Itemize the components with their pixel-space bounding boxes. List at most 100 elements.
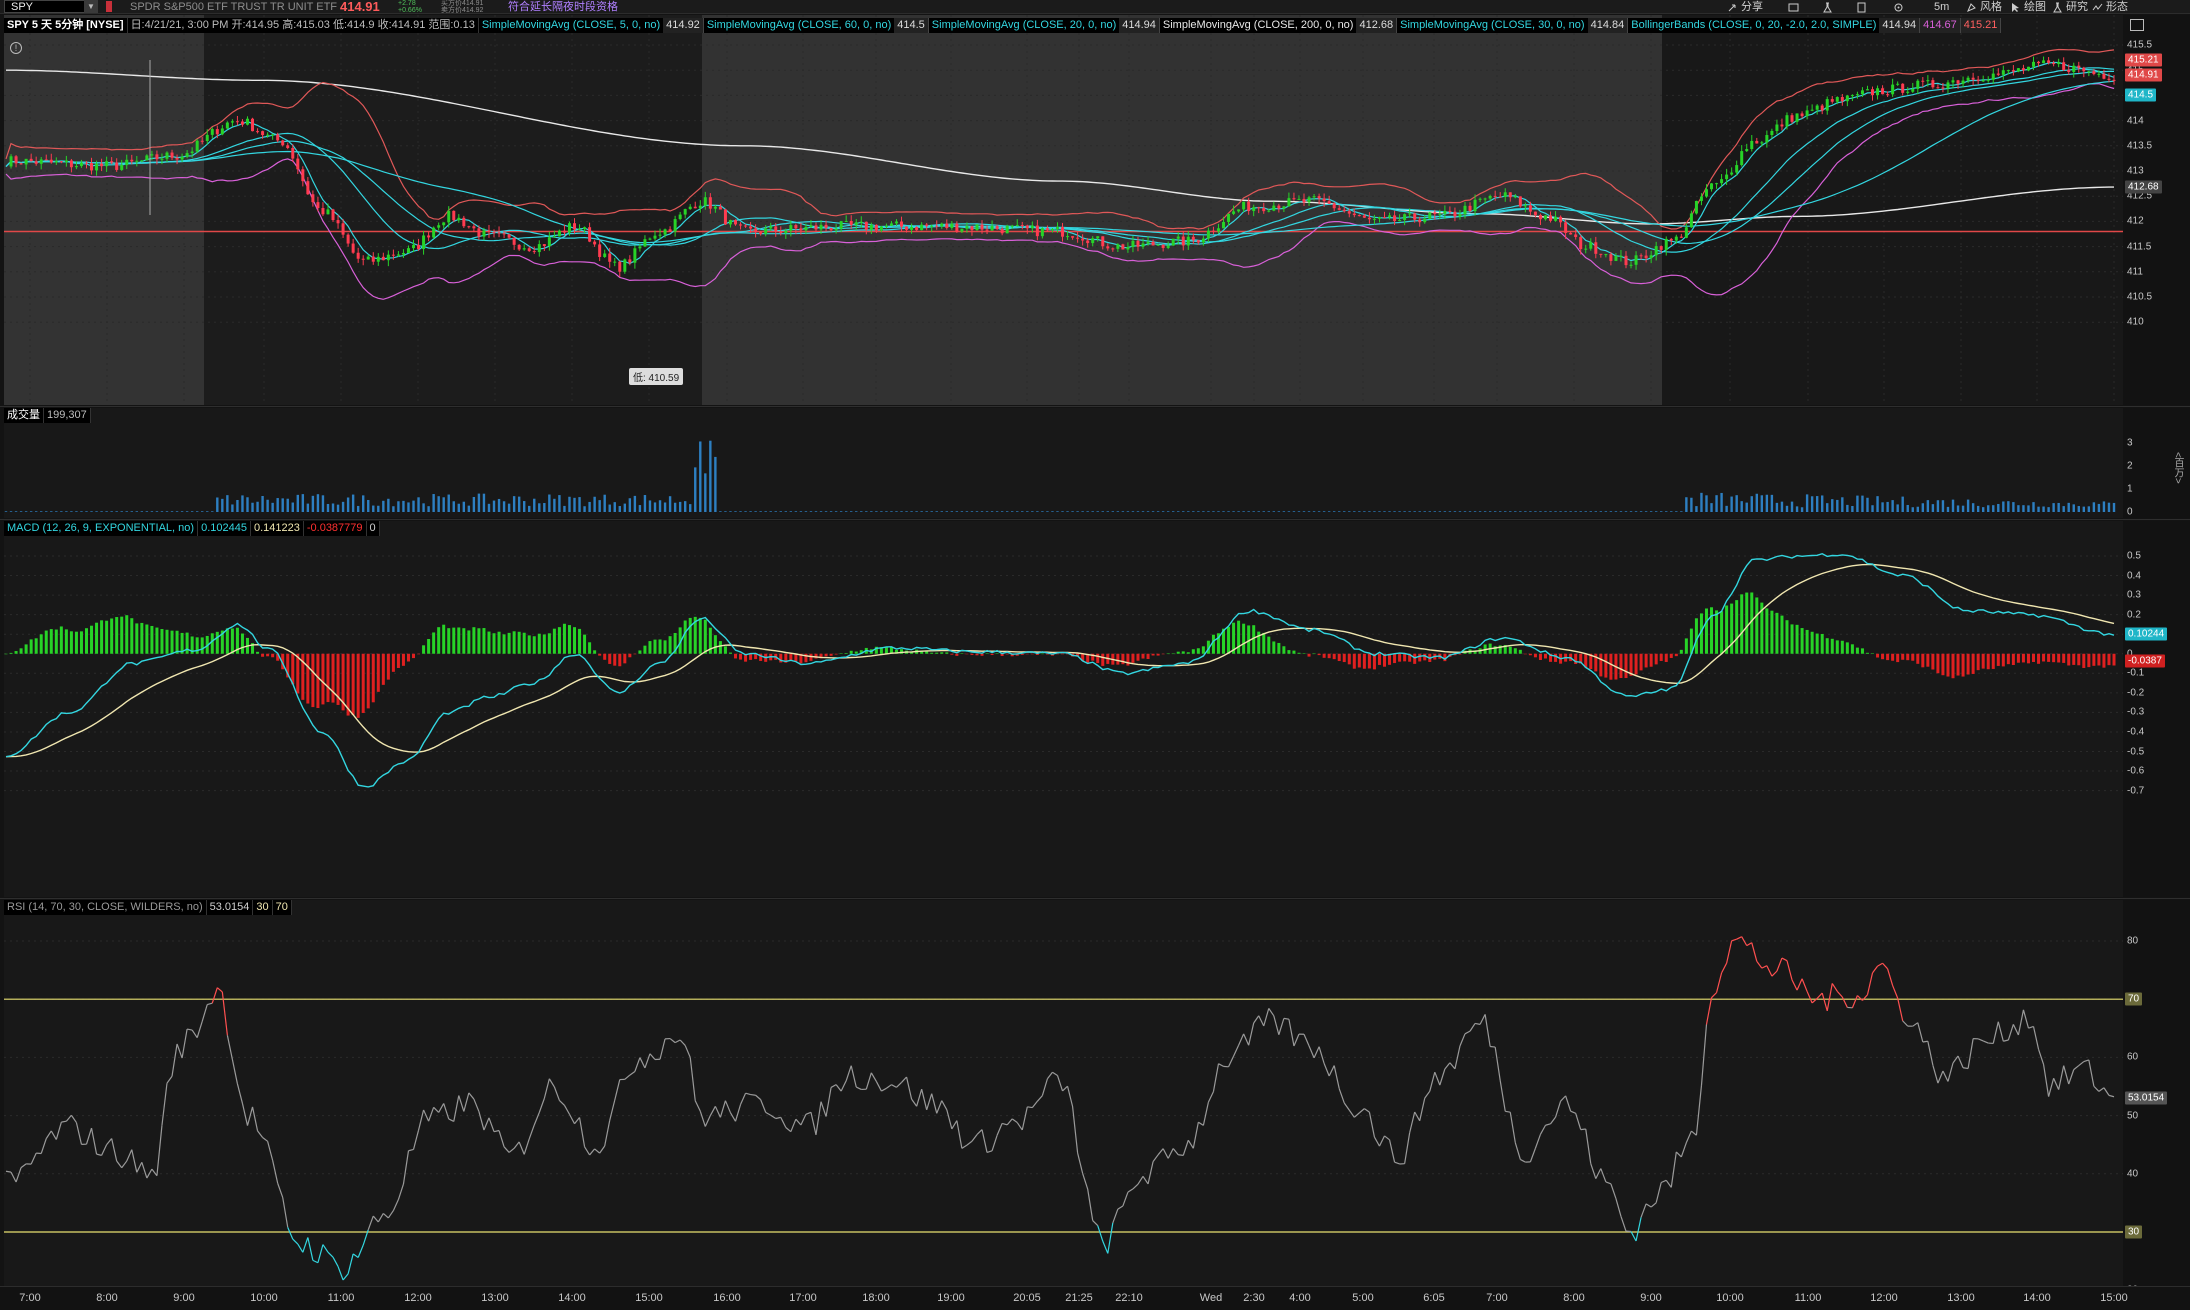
rsi-panel[interactable]: RSI (14, 70, 30, CLOSE, WILDERS, no) 53.… [4, 900, 2123, 1286]
candle-body [356, 252, 360, 259]
toolbar-button-style[interactable]: 风格 [1966, 0, 2002, 14]
candle-body [1045, 228, 1049, 231]
macd-histogram-bar [1845, 642, 1849, 654]
rsi-line-segment [187, 1028, 193, 1031]
toolbar-button-flask[interactable]: 研究 [2052, 0, 2088, 14]
macd-histogram-bar [809, 653, 813, 661]
candle-body [396, 254, 400, 256]
volume-bar [653, 502, 657, 512]
candle-body [799, 228, 803, 231]
volume-bar [135, 511, 139, 512]
macd-histogram-bar [537, 633, 541, 654]
rsi-line-segment [1178, 1154, 1184, 1156]
toolbar-button-pattern[interactable]: 形态 [2092, 0, 2128, 14]
rsi-line-segment [1872, 965, 1879, 974]
toolbar-button-gear[interactable] [1893, 0, 1904, 14]
rsi-line-segment [1605, 1181, 1612, 1185]
study-label[interactable]: SimpleMovingAvg (CLOSE, 20, 0, no) [928, 18, 1120, 33]
volume-bar [1096, 511, 1099, 512]
study-label[interactable]: SimpleMovingAvg (CLOSE, 5, 0, no) [478, 18, 664, 33]
macd_panel-y-tick: -0.7 [2127, 785, 2145, 797]
volume-bar [1297, 511, 1301, 512]
rsi-line-segment [825, 1087, 832, 1117]
study-label[interactable]: SimpleMovingAvg (CLOSE, 60, 0, no) [703, 18, 895, 33]
rsi-line-segment [1243, 1033, 1250, 1046]
rsi-line-segment [1137, 1175, 1144, 1185]
price-chart[interactable] [4, 15, 2123, 405]
info-icon[interactable]: ! [10, 42, 22, 54]
candle-body [613, 261, 617, 263]
time-x-axis[interactable]: 7:00 8:00 9:00 10:00 11:00 12:00 13:00 14:00 15:… [0, 1286, 2190, 1310]
toolbar-button-timeframe[interactable]: 5m [1934, 0, 1949, 14]
rsi-line-segment [1932, 1065, 1939, 1084]
macd-y-axis[interactable]: 0.50.40.30.20.10-0.1-0.2-0.3-0.4-0.5-0.6… [2123, 521, 2190, 897]
toolbar-button-share[interactable]: 分享 [1727, 0, 1763, 14]
volume-bar [704, 473, 707, 512]
toolbar-button-cursor[interactable]: 绘图 [2010, 0, 2046, 14]
toolbar-button-page[interactable] [1856, 0, 1867, 14]
macd-histogram-bar [985, 653, 989, 654]
volume-bar [553, 498, 556, 512]
flask-icon [2053, 2, 2062, 12]
macd-panel[interactable]: MACD (12, 26, 9, EXPONENTIAL, no) 0.1024… [4, 521, 2123, 897]
macd-histogram-bar [1367, 653, 1371, 669]
study-label[interactable]: SimpleMovingAvg (CLOSE, 30, 0, no) [1397, 18, 1588, 33]
volume-panel[interactable]: 成交量 199,307 [4, 408, 2123, 518]
volume-bar [40, 511, 43, 512]
rsi-line-segment [1167, 1148, 1174, 1159]
study-label[interactable]: BollingerBands (CLOSE, 0, 20, -2.0, 2.0,… [1628, 18, 1880, 33]
toolbar-button-flask[interactable] [1822, 0, 1833, 14]
macd-histogram-bar [598, 653, 602, 656]
rsi-y-axis[interactable]: 807060504030207053.015430 [2123, 900, 2190, 1296]
macd-histogram-bar [1322, 653, 1326, 658]
symbol-dropdown-icon[interactable]: ▼ [84, 0, 98, 13]
volume-bar [241, 495, 244, 512]
volume-bar [185, 511, 189, 512]
candle-body [1554, 216, 1558, 221]
study-label[interactable]: SimpleMovingAvg (CLOSE, 200, 0, no) [1159, 18, 1357, 33]
rsi-line-segment [277, 1183, 284, 1198]
macd-histogram-bar [950, 653, 954, 655]
rsi-line-segment [1967, 1038, 1974, 1069]
volume-bar [2092, 502, 2096, 512]
macd_panel-y-tick: 0.2 [2127, 609, 2141, 621]
candle-body [603, 253, 607, 257]
toolbar-button-window[interactable] [1788, 0, 1799, 14]
macd-chart[interactable] [4, 521, 2123, 897]
flag-icon[interactable] [106, 1, 112, 12]
macd-histogram-bar [2072, 653, 2076, 665]
rsi-line-segment [684, 1045, 691, 1058]
candle-body [266, 134, 270, 136]
macd-histogram-bar [2011, 653, 2015, 665]
volume-bar [804, 511, 808, 512]
volume-bar [588, 501, 591, 512]
candle-body [552, 236, 556, 238]
expand-icon[interactable] [2130, 19, 2144, 31]
rsi-line-segment [1343, 1102, 1350, 1111]
x-axis-tick: 11:00 [1794, 1292, 1822, 1304]
macd-histogram-bar [1166, 653, 1170, 655]
price-chart-panel[interactable]: SPY 5 天 5分钟 [NYSE] 日:4/21/21, 3:00 PM 开:… [4, 15, 2123, 405]
macd-histogram-bar [84, 628, 88, 654]
volume-chart[interactable] [4, 408, 2123, 518]
extended-hours-link[interactable]: 符合延长隔夜时段资格 [508, 0, 618, 14]
candle-body [1840, 97, 1844, 102]
macd-histogram-bar [1966, 653, 1970, 675]
candle-body [482, 230, 486, 237]
rsi-line-segment [1313, 1046, 1320, 1059]
candle-body [1780, 124, 1784, 127]
macd-histogram-bar [1876, 653, 1880, 658]
rsi-line-segment [1328, 1065, 1335, 1077]
rsi-chart[interactable] [4, 900, 2123, 1286]
rsi-line-segment [342, 1273, 349, 1281]
rsi-line-segment [1107, 1222, 1114, 1254]
candle-body [794, 225, 798, 229]
rsi-line-segment [528, 1124, 535, 1140]
candle-body [376, 256, 380, 262]
candle-body [1916, 80, 1920, 89]
candle-body [754, 228, 758, 233]
rsi-line-segment [1087, 1188, 1094, 1221]
rsi-line-segment [438, 1103, 445, 1113]
price-y-axis[interactable]: 415.5415414.5414413.5413412.5412411.5411… [2123, 15, 2190, 405]
volume-bar [34, 511, 38, 512]
